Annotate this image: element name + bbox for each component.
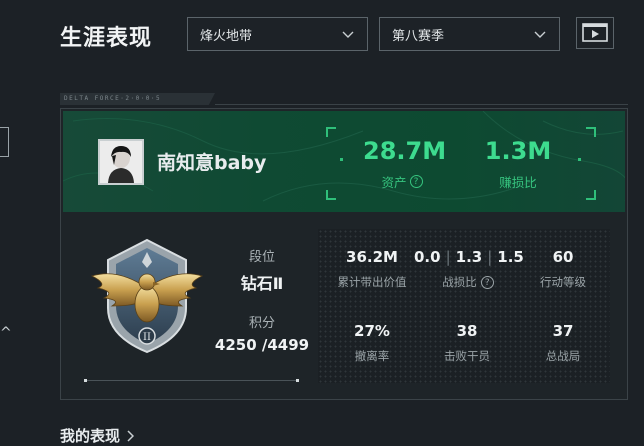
- assets-label-group: 资产 ?: [372, 172, 432, 191]
- mode-dropdown[interactable]: 烽火地带: [187, 17, 368, 51]
- rank-badge-emblem: II: [90, 238, 204, 354]
- extract-rate-label: 撤离率: [354, 349, 390, 363]
- kills-value: 38: [456, 322, 478, 340]
- kills-label: 击败干员: [444, 349, 490, 363]
- action-level-label: 行动等级: [540, 275, 586, 289]
- extract-rate-value: 27%: [354, 322, 390, 340]
- kd-label-group: 战损比 ?: [430, 274, 506, 290]
- kd-value: 0.0: [414, 248, 441, 266]
- kd-value: 1.3: [455, 248, 483, 266]
- profit-ratio-label: 赚损比: [499, 175, 537, 190]
- collapse-caret-icon[interactable]: ^: [0, 326, 12, 340]
- kd-label: 战损比: [442, 275, 477, 289]
- highlight-dot: [340, 158, 343, 161]
- card-divider: [215, 104, 628, 105]
- assets-label: 资产: [381, 175, 407, 190]
- highlight-bracket: [586, 127, 596, 137]
- video-play-icon: [582, 23, 608, 42]
- player-avatar[interactable]: [98, 139, 144, 185]
- mode-dropdown-label: 烽火地带: [200, 28, 253, 44]
- highlight-bracket: [586, 190, 596, 200]
- carry-value-label: 累计带出价值: [337, 275, 407, 289]
- avatar-image: [100, 141, 142, 183]
- chevron-down-icon: [342, 31, 354, 38]
- highlight-bracket: [326, 127, 336, 137]
- assets-value: 28.7M: [363, 137, 447, 165]
- rank-level-label: 段位: [248, 250, 275, 265]
- profit-ratio-value: 1.3M: [484, 137, 552, 165]
- highlight-bracket: [326, 190, 336, 200]
- rank-progress-marker: [84, 379, 87, 382]
- kd-separator: |: [445, 248, 451, 266]
- kd-separator: |: [487, 248, 493, 266]
- kd-values: 0.0 | 1.3 | 1.5: [414, 248, 524, 266]
- rank-score-label: 积分: [248, 316, 275, 331]
- rank-level-value: 钻石Ⅱ: [240, 274, 284, 293]
- action-level-value: 60: [552, 248, 574, 266]
- card-tag: DELTA FORCE·2·0·0·5: [64, 95, 162, 102]
- player-name: 南知意baby: [157, 152, 267, 174]
- rank-progress-marker: [296, 379, 299, 382]
- rank-score-value: 4250 /4499: [214, 336, 310, 354]
- season-dropdown-label: 第八赛季: [392, 28, 445, 44]
- rank-progress-track: [85, 380, 298, 381]
- replay-video-button[interactable]: [576, 17, 614, 49]
- help-icon[interactable]: ?: [409, 175, 423, 188]
- chevron-down-icon: [534, 31, 546, 38]
- highlight-dot: [578, 158, 581, 161]
- matches-value: 37: [552, 322, 574, 340]
- help-icon[interactable]: ?: [480, 275, 494, 289]
- kd-value: 1.5: [497, 248, 524, 266]
- page-title: 生涯表现: [60, 26, 153, 51]
- matches-label: 总战局: [545, 349, 581, 363]
- left-panel-edge: [0, 127, 9, 157]
- chevron-right-icon: [127, 429, 135, 442]
- season-dropdown[interactable]: 第八赛季: [379, 17, 560, 51]
- svg-text:II: II: [143, 332, 151, 343]
- carry-value: 36.2M: [346, 248, 398, 266]
